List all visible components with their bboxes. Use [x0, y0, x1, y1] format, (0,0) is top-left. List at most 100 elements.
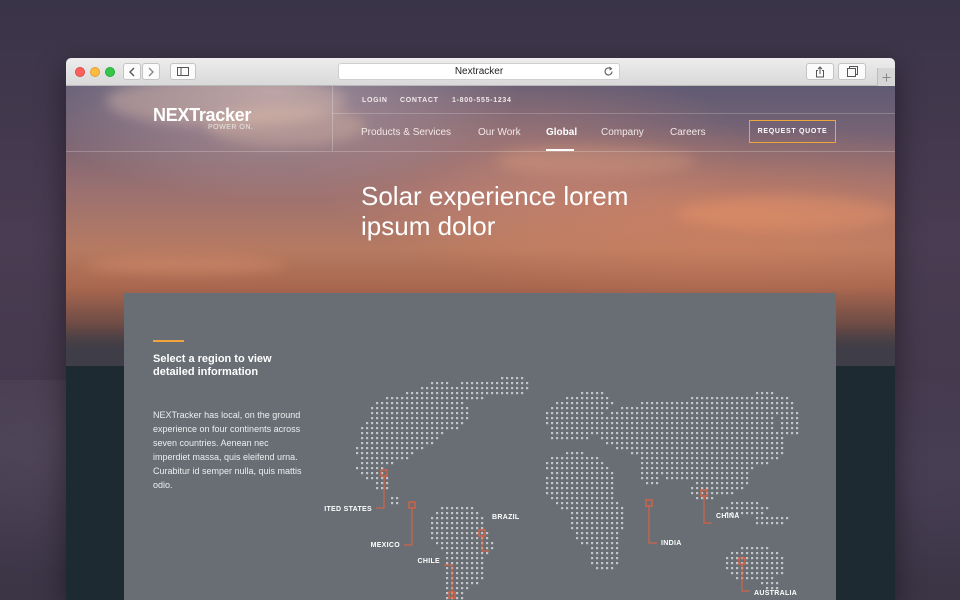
- tabs-button[interactable]: [838, 63, 866, 80]
- map-dot: [611, 412, 614, 415]
- map-dot: [476, 582, 479, 585]
- site-logo[interactable]: NEXTracker POWER ON.: [153, 105, 253, 131]
- marker-label[interactable]: BRAZIL: [492, 514, 520, 521]
- region-marker-brazil[interactable]: BRAZIL: [478, 514, 520, 552]
- map-dot: [401, 417, 404, 420]
- map-dot: [406, 452, 409, 455]
- map-dot: [601, 482, 604, 485]
- region-marker-india[interactable]: INDIA: [645, 499, 682, 547]
- new-tab-button[interactable]: [877, 68, 895, 86]
- map-dot: [441, 412, 444, 415]
- map-dot: [731, 467, 734, 470]
- map-dot: [751, 507, 754, 510]
- map-dot: [676, 422, 679, 425]
- map-dot: [636, 427, 639, 430]
- map-dot: [401, 437, 404, 440]
- marker-label[interactable]: CHINA: [716, 513, 740, 520]
- map-dot: [611, 402, 614, 405]
- map-dot: [596, 512, 599, 515]
- map-dot: [461, 587, 464, 590]
- map-dot: [771, 587, 774, 590]
- region-marker-mexico[interactable]: MEXICO: [371, 501, 416, 549]
- map-markers[interactable]: UNITED STATES MEXICO BRAZIL CHILE INDIA CHINA…: [324, 469, 797, 599]
- request-quote-button[interactable]: REQUEST QUOTE: [749, 120, 836, 143]
- map-dot: [776, 567, 779, 570]
- map-dot: [746, 417, 749, 420]
- map-dot: [731, 487, 734, 490]
- map-dot: [581, 472, 584, 475]
- map-dot: [721, 427, 724, 430]
- map-dot: [451, 427, 454, 430]
- marker-label[interactable]: MEXICO: [371, 542, 401, 549]
- map-dot: [726, 462, 729, 465]
- address-bar[interactable]: Nextracker: [338, 63, 620, 80]
- map-dot: [371, 417, 374, 420]
- map-dot: [761, 397, 764, 400]
- map-dot: [571, 527, 574, 530]
- map-dot: [496, 387, 499, 390]
- marker-pin[interactable]: [408, 501, 416, 509]
- map-dot: [736, 462, 739, 465]
- back-button[interactable]: [123, 63, 141, 80]
- minimize-window-button[interactable]: [90, 67, 100, 77]
- map-dot: [696, 472, 699, 475]
- share-button[interactable]: [806, 63, 834, 80]
- map-dot: [456, 537, 459, 540]
- contact-link[interactable]: CONTACT: [400, 97, 439, 104]
- map-dot: [471, 522, 474, 525]
- map-dot: [696, 397, 699, 400]
- map-dot: [756, 442, 759, 445]
- map-dot: [451, 507, 454, 510]
- phone-link[interactable]: 1-800-555-1234: [452, 97, 512, 104]
- map-dot: [556, 497, 559, 500]
- nav-company[interactable]: Company: [601, 127, 644, 138]
- nav-products-services[interactable]: Products & Services: [361, 127, 451, 138]
- map-dot: [486, 547, 489, 550]
- map-dot: [371, 437, 374, 440]
- close-window-button[interactable]: [75, 67, 85, 77]
- map-dot: [606, 472, 609, 475]
- login-link[interactable]: LOGIN: [362, 97, 388, 104]
- marker-label[interactable]: UNITED STATES: [324, 506, 372, 513]
- marker-label[interactable]: INDIA: [661, 540, 682, 547]
- map-dot: [701, 447, 704, 450]
- nav-our-work[interactable]: Our Work: [478, 127, 521, 138]
- nav-global[interactable]: Global: [546, 127, 577, 138]
- region-marker-chile[interactable]: CHILE: [418, 558, 456, 599]
- map-dot: [581, 487, 584, 490]
- map-dot: [646, 402, 649, 405]
- map-dot: [726, 457, 729, 460]
- map-dot: [711, 427, 714, 430]
- region-marker-united-states[interactable]: UNITED STATES: [324, 469, 388, 513]
- marker-label[interactable]: AUSTRALIA: [754, 590, 797, 597]
- map-dot: [396, 442, 399, 445]
- map-dot: [376, 457, 379, 460]
- reload-icon[interactable]: [603, 66, 614, 77]
- nav-careers[interactable]: Careers: [670, 127, 706, 138]
- map-dot: [716, 397, 719, 400]
- marker-label[interactable]: CHILE: [418, 558, 441, 565]
- map-dot: [371, 472, 374, 475]
- map-dot: [456, 522, 459, 525]
- forward-button[interactable]: [142, 63, 160, 80]
- map-dot: [576, 427, 579, 430]
- map-dot: [471, 392, 474, 395]
- map-dot: [656, 417, 659, 420]
- map-dot: [646, 442, 649, 445]
- map-dot: [726, 397, 729, 400]
- map-dot: [611, 497, 614, 500]
- map-dot: [611, 482, 614, 485]
- region-marker-china[interactable]: CHINA: [700, 489, 740, 524]
- map-dot: [731, 422, 734, 425]
- map-dot: [706, 442, 709, 445]
- map-dot: [456, 387, 459, 390]
- world-map[interactable]: UNITED STATES MEXICO BRAZIL CHILE INDIA CHINA…: [324, 373, 824, 600]
- map-dot: [371, 457, 374, 460]
- sidebar-button[interactable]: [170, 63, 196, 80]
- map-dot: [466, 522, 469, 525]
- map-dot: [456, 417, 459, 420]
- map-dot: [576, 537, 579, 540]
- marker-pin[interactable]: [645, 499, 653, 507]
- map-dot: [371, 442, 374, 445]
- zoom-window-button[interactable]: [105, 67, 115, 77]
